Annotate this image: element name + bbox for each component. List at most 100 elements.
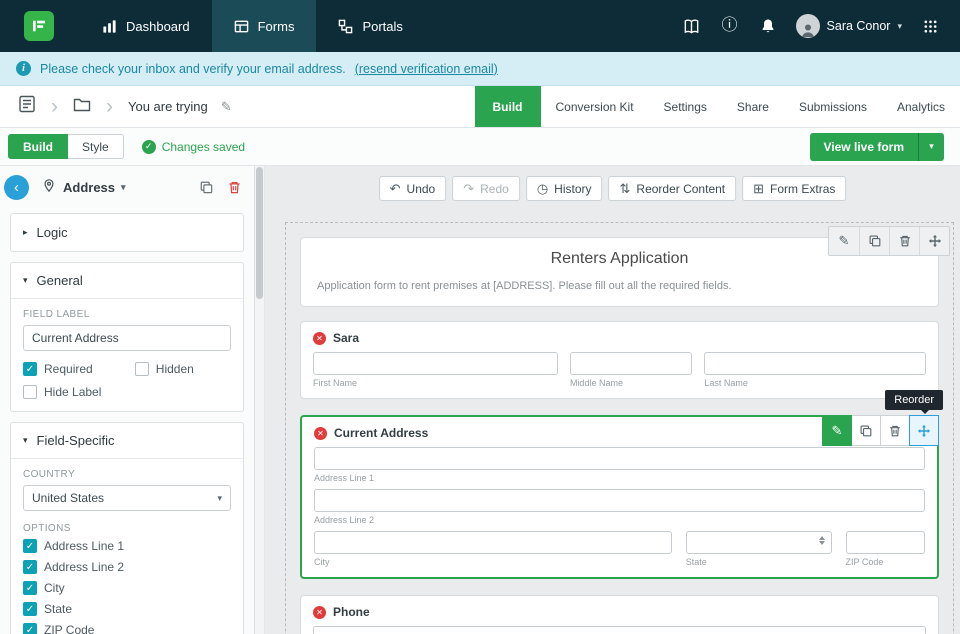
info-icon[interactable]: ⓘ: [720, 16, 740, 36]
middle-name-input[interactable]: [569, 352, 693, 375]
delete-field-button[interactable]: [880, 415, 910, 446]
nav-item-forms[interactable]: Forms: [211, 0, 317, 52]
required-icon: ✕: [314, 426, 327, 440]
middle-name-sublabel: Middle Name: [569, 378, 623, 388]
phone-input[interactable]: [313, 626, 926, 634]
address-field-card-selected[interactable]: Reorder ✎ ✕ Current Address Address Line…: [300, 390, 943, 579]
city-input[interactable]: [314, 531, 672, 554]
duplicate-icon: [860, 425, 872, 436]
general-section: ▾ General FIELD LABEL Required Hidden: [10, 262, 244, 412]
resend-verification-link[interactable]: (resend verification email): [355, 62, 498, 76]
triangle-down-icon: ▾: [23, 435, 28, 445]
field-settings-sidebar: ‹ Address ▾ ▸ Logic ▾ General FIELD LABE…: [0, 166, 255, 634]
reorder-tooltip: Reorder: [885, 390, 943, 414]
move-icon[interactable]: [919, 227, 949, 255]
user-menu[interactable]: Sara Conor ▾: [795, 14, 902, 38]
state-group: State: [685, 531, 832, 567]
view-live-form-caret[interactable]: ▾: [918, 132, 944, 161]
first-name-input[interactable]: [313, 352, 558, 375]
navbar-spacer: [425, 0, 682, 52]
reorder-content-button[interactable]: ⇅ Reorder Content: [608, 176, 737, 201]
tab-conversion-kit[interactable]: Conversion Kit: [541, 86, 649, 127]
duplicate-icon[interactable]: [859, 227, 889, 255]
field-label-input[interactable]: [23, 325, 231, 351]
option-zip-code[interactable]: ZIP Code: [23, 623, 231, 634]
collapse-panel-button[interactable]: ‹: [4, 175, 29, 200]
tab-settings[interactable]: Settings: [649, 86, 722, 127]
field-toolbar: ✎: [822, 415, 939, 446]
redo-button[interactable]: ↷ Redo: [452, 176, 520, 201]
general-section-toggle[interactable]: ▾ General: [11, 263, 243, 299]
edit-pencil-icon[interactable]: ✎: [829, 227, 859, 255]
hide-label-checkbox[interactable]: Hide Label: [23, 385, 129, 399]
field-type-dropdown[interactable]: Address ▾: [63, 180, 126, 195]
tab-submissions[interactable]: Submissions: [784, 86, 882, 127]
option-state[interactable]: State: [23, 602, 231, 616]
checkbox-icon: [134, 362, 149, 376]
tab-share[interactable]: Share: [722, 86, 784, 127]
app-logo[interactable]: [0, 0, 80, 52]
redo-label: Redo: [480, 181, 509, 196]
scrollbar-thumb[interactable]: [256, 167, 263, 299]
address-line1-input[interactable]: [314, 447, 925, 470]
nav-label: Forms: [257, 18, 295, 34]
style-mode-button[interactable]: Style: [68, 134, 124, 159]
docs-book-icon[interactable]: [682, 16, 702, 36]
address-options-list: Address Line 1 Address Line 2 City State: [23, 539, 231, 634]
delete-field-icon[interactable]: [227, 180, 242, 195]
field-specific-section-toggle[interactable]: ▾ Field-Specific: [11, 423, 243, 459]
option-address-line-2[interactable]: Address Line 2: [23, 560, 231, 574]
name-field-card[interactable]: ✕ Sara First Name Middle Name Last Name: [300, 321, 939, 399]
logic-section-toggle[interactable]: ▸ Logic: [10, 213, 244, 252]
notifications-bell-icon[interactable]: [758, 16, 778, 36]
field-header: ✕ Phone: [313, 604, 926, 620]
save-status: ✓ Changes saved: [141, 139, 245, 154]
navbar-right: ⓘ Sara Conor ▾: [682, 0, 960, 52]
sidebar-scrollbar[interactable]: [255, 166, 265, 634]
address-line2-input[interactable]: [314, 489, 925, 512]
state-select[interactable]: [685, 531, 832, 554]
edit-pencil-icon: ✎: [831, 422, 843, 438]
tab-build[interactable]: Build: [474, 86, 541, 127]
apps-grid-icon[interactable]: [920, 16, 940, 36]
field-header-actions: [199, 180, 242, 195]
required-checkbox[interactable]: Required: [23, 362, 129, 376]
hidden-checkbox[interactable]: Hidden: [134, 362, 231, 376]
last-name-group: Last Name: [704, 352, 927, 388]
country-select-value: United States: [32, 491, 105, 505]
history-button[interactable]: ◷ History: [525, 176, 603, 201]
duplicate-field-icon[interactable]: [199, 180, 214, 195]
chevron-down-icon: ▾: [897, 20, 902, 31]
city-sublabel: City: [314, 557, 330, 567]
triangle-right-icon: ▸: [23, 227, 28, 237]
tab-analytics[interactable]: Analytics: [882, 86, 960, 127]
rename-form-pencil-icon[interactable]: ✎: [221, 99, 232, 115]
info-circle-icon: i: [16, 61, 31, 76]
duplicate-field-button[interactable]: [851, 415, 881, 446]
phone-field-card[interactable]: ✕ Phone: [300, 595, 939, 634]
nav-item-dashboard[interactable]: Dashboard: [80, 0, 212, 52]
redo-icon: ↷: [463, 180, 475, 196]
form-list-icon[interactable]: [18, 95, 36, 118]
last-name-input[interactable]: [704, 352, 927, 375]
trash-icon: [890, 425, 900, 436]
zip-input[interactable]: [845, 531, 925, 554]
city-state-zip-row: City State ZIP Code: [314, 531, 925, 567]
logo-glyph: [33, 20, 45, 32]
country-select[interactable]: United States ▾: [23, 485, 231, 511]
form-extras-button[interactable]: ⊞ Form Extras: [742, 176, 847, 201]
folder-icon[interactable]: [73, 95, 91, 118]
view-live-form-button[interactable]: View live form: [809, 132, 918, 161]
field-label-caption: FIELD LABEL: [23, 309, 90, 320]
triangle-down-icon: ▾: [23, 275, 28, 285]
required-icon: ✕: [313, 331, 326, 345]
undo-button[interactable]: ↶ Undo: [378, 176, 447, 201]
option-address-line-1[interactable]: Address Line 1: [23, 539, 231, 553]
reorder-field-button[interactable]: [909, 415, 939, 446]
nav-item-portals[interactable]: Portals: [316, 0, 424, 52]
field-label: Phone: [333, 605, 370, 619]
trash-icon[interactable]: [889, 227, 919, 255]
build-mode-button[interactable]: Build: [8, 134, 68, 159]
option-city[interactable]: City: [23, 581, 231, 595]
edit-field-button[interactable]: ✎: [822, 415, 852, 446]
